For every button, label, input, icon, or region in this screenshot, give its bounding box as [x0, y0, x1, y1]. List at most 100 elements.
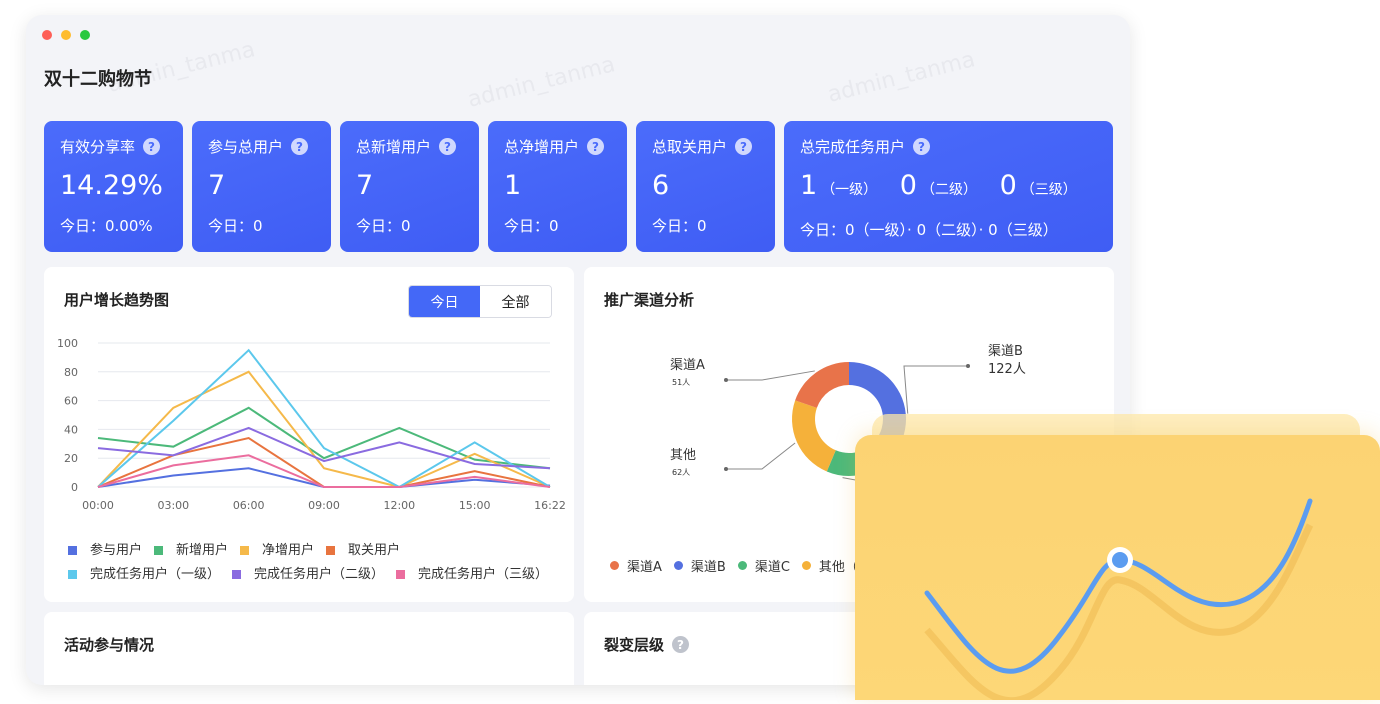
level-label: （二级）	[920, 182, 977, 198]
legend-dot	[673, 561, 683, 570]
slice-label: 其他	[670, 448, 696, 463]
stat-value: 6	[652, 170, 670, 201]
stat-label: 参与总用户	[208, 138, 284, 156]
toggle-today-button[interactable]: 今日	[409, 286, 480, 317]
legend-swatch	[68, 546, 77, 555]
close-window-button[interactable]	[42, 30, 52, 40]
leader-line	[726, 370, 815, 381]
x-tick-label: 12:00	[383, 499, 415, 512]
stat-card-new-users: 总新增用户? 7 今日：0	[340, 121, 479, 252]
question-circle-icon[interactable]: ?	[913, 138, 931, 155]
stat-today: 今日：0	[504, 217, 559, 235]
card-title: 活动参与情况	[64, 636, 155, 654]
x-tick-label: 09:00	[308, 499, 340, 512]
legend-swatch	[396, 570, 406, 579]
legend-label: 取关用户	[348, 543, 401, 558]
task-level1-count: 1	[800, 170, 818, 201]
question-circle-icon[interactable]: ?	[672, 636, 690, 653]
question-circle-icon[interactable]: ?	[143, 138, 161, 155]
legend-label: 完成任务用户（一级）	[90, 567, 221, 582]
window-controls	[42, 30, 90, 40]
legend-swatch	[240, 546, 250, 555]
legend-item[interactable]: 取关用户	[326, 539, 400, 562]
card-title: 用户增长趋势图	[64, 291, 170, 309]
legend-swatch	[154, 546, 164, 555]
legend-item[interactable]: 完成任务用户（二级）	[232, 563, 384, 586]
stat-today: 今日：0	[652, 217, 707, 235]
wave-point-center	[1112, 552, 1128, 568]
legend-item[interactable]: 渠道C	[737, 556, 790, 575]
task-level2-count: 0	[899, 170, 917, 201]
leader-line	[903, 365, 968, 414]
range-toggle: 今日 全部	[408, 285, 552, 318]
y-tick-label: 80	[64, 366, 78, 379]
x-tick-label: 16:22	[534, 499, 566, 512]
stat-card-net-users: 总净增用户? 1 今日：0	[488, 121, 627, 252]
stat-label: 总取关用户	[652, 138, 728, 156]
legend-item[interactable]: 完成任务用户（三级）	[396, 563, 548, 586]
card-title: 裂变层级	[604, 636, 665, 654]
legend-label: 完成任务用户（二级）	[254, 567, 385, 582]
question-circle-icon[interactable]: ?	[735, 138, 753, 155]
legend-item[interactable]: 参与用户	[68, 539, 142, 562]
decorative-wave-card	[855, 435, 1380, 704]
stat-label: 总净增用户	[504, 138, 580, 156]
legend-item[interactable]: 完成任务用户（一级）	[68, 563, 220, 586]
wave-illustration	[924, 498, 1314, 704]
watermark: admin_tanma	[825, 47, 978, 108]
legend-swatch	[232, 570, 242, 579]
donut-slice[interactable]	[792, 400, 836, 472]
donut-slice[interactable]	[795, 362, 849, 408]
legend-dot	[610, 561, 619, 570]
page-title: 双十二购物节	[44, 69, 152, 90]
leader-dot	[724, 378, 728, 382]
y-tick-label: 100	[57, 337, 78, 350]
x-tick-label: 15:00	[459, 499, 491, 512]
stat-today: 今日：0	[208, 217, 263, 235]
legend-item[interactable]: 新增用户	[154, 539, 228, 562]
activity-participation-card: 活动参与情况	[44, 612, 574, 685]
toggle-all-button[interactable]: 全部	[480, 286, 551, 317]
legend-label: 渠道C	[754, 560, 790, 575]
legend-item[interactable]: 净增用户	[240, 539, 314, 562]
y-tick-label: 60	[64, 395, 78, 408]
watermark: admin_tanma	[465, 52, 618, 113]
stat-card-total-participants: 参与总用户? 7 今日：0	[192, 121, 331, 252]
legend-label: 净增用户	[262, 543, 315, 558]
stat-label: 总完成任务用户	[800, 138, 906, 156]
legend-swatch	[68, 570, 77, 579]
legend-label: 渠道A	[627, 560, 662, 575]
x-tick-label: 00:00	[82, 499, 114, 512]
slice-label: 渠道B	[988, 344, 1023, 359]
slice-label: 渠道A	[670, 358, 705, 373]
level-label: （一级）	[821, 182, 878, 198]
stat-value: 14.29%	[60, 170, 163, 201]
stat-value: 1 （一级） 0 （二级） 0 （三级）	[800, 169, 1097, 207]
stat-label: 总新增用户	[356, 138, 432, 156]
y-tick-label: 0	[71, 481, 78, 494]
wave-line	[924, 498, 1313, 674]
series-line[interactable]	[97, 348, 551, 489]
question-circle-icon[interactable]: ?	[439, 138, 457, 155]
y-tick-label: 40	[64, 423, 78, 436]
legend-label: 渠道B	[690, 560, 726, 575]
maximize-window-button[interactable]	[80, 30, 90, 40]
leader-dot	[966, 364, 970, 368]
legend-item[interactable]: 渠道A	[610, 556, 662, 575]
stat-card-share-rate: 有效分享率? 14.29% 今日：0.00%	[44, 121, 183, 252]
task-level3-count: 0	[999, 170, 1017, 201]
legend-label: 参与用户	[90, 543, 143, 558]
minimize-window-button[interactable]	[61, 30, 71, 40]
stat-value: 7	[356, 170, 374, 201]
growth-trend-card: 用户增长趋势图 今日 全部 100 80 60 40 20 0 00:00 03:00 06:0…	[44, 267, 574, 602]
level-label: （三级）	[1020, 182, 1077, 198]
chart-legend: 参与用户 新增用户 净增用户 取关用户完成任务用户（一级） 完成任务用户（二级） 完成任务…	[68, 539, 568, 587]
question-circle-icon[interactable]: ?	[587, 138, 605, 155]
question-circle-icon[interactable]: ?	[291, 138, 309, 155]
stat-today: 今日：0.00%	[60, 217, 153, 235]
stat-card-unfollow-users: 总取关用户? 6 今日：0	[636, 121, 775, 252]
legend-label: 完成任务用户（三级）	[418, 567, 549, 582]
slice-count: 51人	[672, 378, 690, 387]
x-tick-label: 06:00	[233, 499, 265, 512]
legend-item[interactable]: 渠道B	[673, 556, 726, 575]
